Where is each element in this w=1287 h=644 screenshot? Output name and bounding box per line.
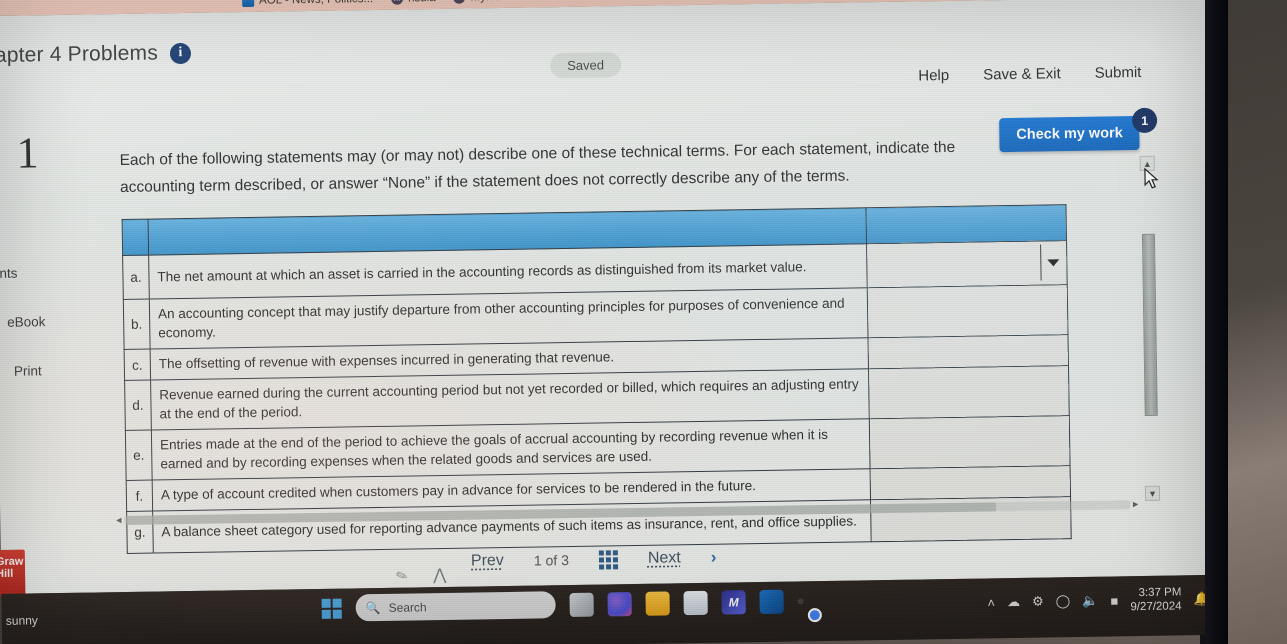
teams-icon[interactable] [607,591,632,616]
info-icon[interactable]: i [169,42,192,64]
screen-smudge: ✎ [393,566,411,586]
scroll-left-icon[interactable]: ◄ [114,515,123,525]
search-icon: 🔍 [365,600,381,615]
row-letter: c. [124,349,151,381]
sidebar-item-ebook[interactable]: eBook [0,313,95,330]
row-letter: a. [122,255,150,300]
row-letter: b. [123,299,151,350]
screen-smudge: ⋀ [433,566,447,585]
header-letter-cell [122,219,149,256]
prev-button[interactable]: Prev [471,552,504,571]
windows-update-icon[interactable]: ⚙ [1032,594,1044,610]
tools-sidebar: ints eBook Print [0,264,97,413]
answer-dropdown[interactable] [869,415,1071,469]
question-number: 1 [16,128,39,178]
bookmark-aol[interactable]: AOL - News, Politics... [242,0,373,8]
header-answer-cell [865,204,1067,244]
page-title-text: hapter 4 Problems [0,41,159,68]
answer-dropdown[interactable] [868,334,1069,369]
speaker-icon[interactable]: 🔈 [1082,593,1098,609]
answer-dropdown[interactable] [870,465,1071,500]
circle-icon: m [453,0,466,4]
next-button[interactable]: Next [648,549,681,568]
clock-date: 9/27/2024 [1130,600,1182,614]
search-placeholder: Search [388,599,427,615]
chevron-right-icon[interactable]: › [711,548,717,568]
room-background [1225,0,1287,644]
monitor-screen: AOL - News, Politics... m nsula m myNSU … [0,0,1205,644]
windows-start-icon[interactable] [321,598,342,619]
photo-of-monitor: AOL - News, Politics... m nsula m myNSU … [0,0,1287,644]
page-indicator: 1 of 3 [533,552,570,569]
answer-dropdown[interactable] [868,365,1070,419]
row-letter: f. [126,480,153,512]
save-and-exit-button[interactable]: Save & Exit [983,65,1061,83]
outlook-icon[interactable] [759,589,784,614]
onedrive-icon[interactable]: ☁ [1007,594,1020,610]
assignment-page: hapter 4 Problems i Saved Help Save & Ex… [0,0,1205,597]
bookmark-label: myNSU [470,0,510,3]
answer-dropdown[interactable] [867,284,1068,338]
submit-button[interactable]: Submit [1095,64,1142,82]
microsoft-store-icon[interactable] [683,590,708,615]
answer-dropdown[interactable] [866,240,1068,288]
circle-icon: m [390,0,404,5]
check-my-work-badge: 1 [1131,107,1158,134]
file-explorer-icon[interactable] [645,590,670,616]
chrome-taskbar-item[interactable] [797,597,804,604]
bookmark-nsula[interactable]: m nsula [390,0,436,5]
header-actions: Help Save & Exit Submit [918,64,1141,85]
scroll-right-icon[interactable]: ► [1131,499,1140,509]
row-letter: d. [124,380,152,431]
mouse-cursor [1144,167,1159,189]
help-button[interactable]: Help [918,67,949,84]
row-letter: e. [125,430,153,481]
taskbar-apps: 🔍 Search M [321,587,804,622]
bottom-navigation: Prev 1 of 3 Next › [471,548,717,572]
bell-icon[interactable]: 🔔 [1193,591,1205,607]
aol-icon [242,0,255,8]
battery-icon[interactable]: ■ [1110,593,1118,608]
sidebar-item-hints[interactable]: ints [0,264,94,281]
grid-view-icon[interactable] [598,549,619,570]
tray-chevron-icon[interactable]: ˄ [987,595,995,610]
question-text: Each of the following statements may (or… [119,138,956,197]
bookmark-label: AOL - News, Politics... [259,0,373,7]
clock[interactable]: 3:37 PM 9/27/2024 [1130,585,1182,614]
task-view-icon[interactable] [569,592,594,617]
check-my-work-button[interactable]: Check my work [999,115,1140,153]
saved-label: Saved [567,57,605,73]
mcgraw-hill-logo: Graw Hill [0,549,26,597]
bookmark-mynsu[interactable]: m myNSU [453,0,510,4]
sidebar-item-print[interactable]: Print [0,362,96,379]
mheducation-icon[interactable]: M [721,589,746,615]
wifi-icon[interactable]: ◯ [1056,593,1071,609]
search-input[interactable]: 🔍 Search [355,591,556,622]
system-tray: ˄ ☁ ⚙ ◯ 🔈 ■ 3:37 PM 9/27/2024 🔔 [987,585,1205,616]
page-title: hapter 4 Problems i [0,41,192,68]
scroll-down-icon[interactable]: ▼ [1144,485,1161,501]
weather-widget[interactable]: sunny [6,613,38,628]
clock-time: 3:37 PM [1138,586,1182,600]
vertical-scrollbar[interactable]: ▲ ▼ [1137,155,1162,501]
chevron-down-icon[interactable] [1040,244,1065,281]
scrollbar-thumb[interactable] [1141,233,1158,416]
bookmark-label: nsula [408,0,436,4]
status-badge: Saved [549,52,622,79]
